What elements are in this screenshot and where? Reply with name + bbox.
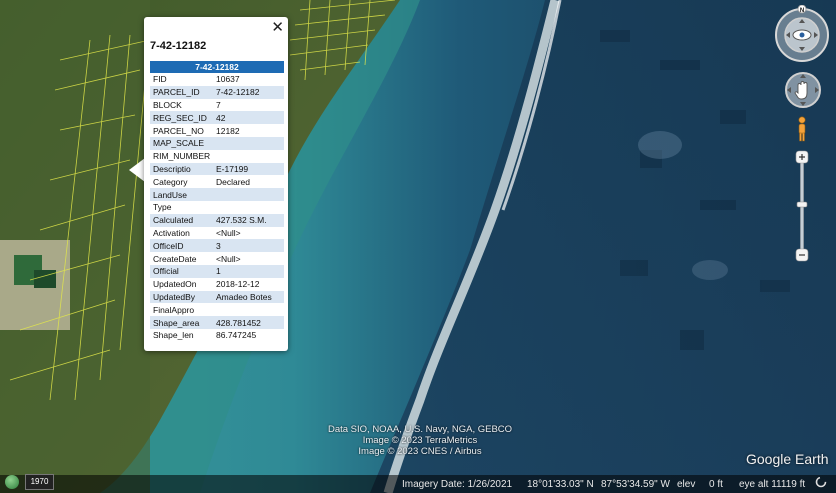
attribute-value (213, 303, 284, 316)
imagery-credits: Data SIO, NOAA, U.S. Navy, NGA, GEBCO Im… (300, 424, 540, 457)
longitude-readout: 87°53'34.59" W (601, 479, 670, 490)
attribute-key: Type (153, 202, 172, 213)
attribute-row: FinalAppro (150, 303, 284, 316)
attribute-key: Official (150, 264, 213, 278)
attribute-key: FinalAppro (153, 304, 195, 315)
attribute-value: 7 (216, 99, 221, 110)
close-icon[interactable]: ✕ (271, 19, 284, 35)
satellite-map[interactable] (0, 0, 836, 493)
credit-line: Data SIO, NOAA, U.S. Navy, NGA, GEBCO (327, 424, 513, 435)
attribute-table-header: 7-42-12182 (150, 61, 284, 73)
globe-icon[interactable] (5, 475, 19, 489)
attribute-key: BLOCK (153, 99, 182, 110)
attribute-row: Calculated 427.532 S.M. (150, 213, 284, 227)
move-navigation-control[interactable] (784, 71, 822, 109)
attribute-row: CreateDate <Null> (150, 252, 284, 265)
attribute-row: Category Declared (150, 175, 284, 188)
attribute-key: UpdatedBy (150, 290, 213, 304)
attribute-row: LandUse (150, 188, 284, 201)
attribute-value: 427.532 S.M. (213, 213, 284, 227)
pegman-icon[interactable] (796, 116, 808, 142)
attribute-key: REG_SEC_ID (150, 111, 213, 125)
attribute-key: Descriptio (150, 162, 213, 176)
attribute-key: Activation (153, 227, 190, 238)
attribute-value (213, 150, 284, 163)
attribute-table: 7-42-12182 FID 10637 PARCEL_ID 7-42-12182 BL… (150, 61, 284, 342)
credit-line: Image © 2023 CNES / Airbus (358, 446, 482, 457)
attribute-row: Descriptio E-17199 (150, 162, 284, 176)
loading-spinner-icon (815, 476, 827, 488)
attribute-row: OfficeID 3 (150, 239, 284, 253)
attribute-key: UpdatedOn (153, 279, 197, 290)
attribute-key: MAP_SCALE (150, 136, 213, 150)
attribute-row: Official 1 (150, 264, 284, 278)
attribute-key: FID (153, 74, 167, 85)
zoom-slider-thumb[interactable] (796, 201, 808, 208)
attribute-value: 10637 (216, 74, 240, 85)
eye-icon (792, 29, 812, 41)
attribute-key: CreateDate (153, 253, 197, 264)
elevation-label: elev (677, 479, 696, 490)
attribute-value: <Null> (216, 227, 241, 238)
zoom-out-button[interactable] (795, 248, 809, 262)
attribute-key: LandUse (150, 188, 213, 201)
attribute-value: Declared (216, 176, 251, 187)
attribute-row: PARCEL_ID 7-42-12182 (150, 85, 284, 99)
attribute-row: Activation <Null> (150, 227, 284, 240)
elevation-value: 0 ft (709, 479, 723, 490)
attribute-key: Category (153, 176, 188, 187)
attribute-value (213, 188, 284, 201)
parcel-info-popup: ✕ 7-42-12182 7-42-12182 FID 10637 PARCEL_I… (144, 17, 288, 351)
attribute-key: PARCEL_ID (150, 85, 213, 99)
attribute-value: 1 (213, 264, 284, 278)
look-navigation-control[interactable]: N (774, 5, 830, 63)
attribute-value: 12182 (216, 125, 240, 136)
attribute-row: MAP_SCALE (150, 136, 284, 150)
attribute-row: UpdatedOn 2018-12-12 (150, 278, 284, 291)
attribute-value (213, 201, 284, 214)
zoom-in-button[interactable] (795, 150, 809, 164)
attribute-value: E-17199 (213, 162, 284, 176)
popup-title: 7-42-12182 (150, 40, 207, 52)
attribute-row: RIM_NUMBER (150, 150, 284, 163)
attribute-key: Calculated (150, 213, 213, 227)
attribute-row: Type (150, 201, 284, 214)
attribute-value (213, 136, 284, 150)
attribute-row: FID 10637 (150, 73, 284, 86)
attribute-value: <Null> (216, 253, 241, 264)
attribute-row: Shape_area 428.781452 (150, 316, 284, 329)
attribute-value: 428.781452 (213, 316, 284, 329)
historical-year-badge[interactable]: 1970 (25, 474, 54, 490)
google-earth-logo: Google Earth (746, 451, 829, 467)
attribute-value: 2018-12-12 (216, 279, 260, 290)
attribute-value: 3 (213, 239, 284, 253)
attribute-row: PARCEL_NO 12182 (150, 124, 284, 137)
attribute-key: RIM_NUMBER (153, 151, 211, 162)
latitude-readout: 18°01'33.03" N (527, 479, 594, 490)
attribute-row: Shape_len 86.747245 (150, 329, 284, 342)
attribute-key: PARCEL_NO (153, 125, 204, 136)
attribute-value: 86.747245 (216, 330, 257, 341)
imagery-date: Imagery Date: 1/26/2021 (402, 479, 513, 490)
attribute-key: Shape_len (153, 330, 194, 341)
attribute-key: Shape_area (150, 316, 213, 329)
attribute-row: BLOCK 7 (150, 99, 284, 112)
north-label: N (800, 8, 804, 14)
attribute-row: UpdatedBy Amadeo Botes (150, 290, 284, 304)
eye-altitude: eye alt 11119 ft (739, 479, 806, 490)
popup-pointer (129, 158, 145, 182)
credit-line: Image © 2023 TerraMetrics (362, 435, 478, 446)
attribute-row: REG_SEC_ID 42 (150, 111, 284, 125)
attribute-value: 42 (213, 111, 284, 125)
zoom-slider[interactable] (795, 150, 809, 262)
attribute-key: OfficeID (150, 239, 213, 253)
attribute-value: 7-42-12182 (213, 85, 284, 99)
attribute-value: Amadeo Botes (213, 290, 284, 304)
